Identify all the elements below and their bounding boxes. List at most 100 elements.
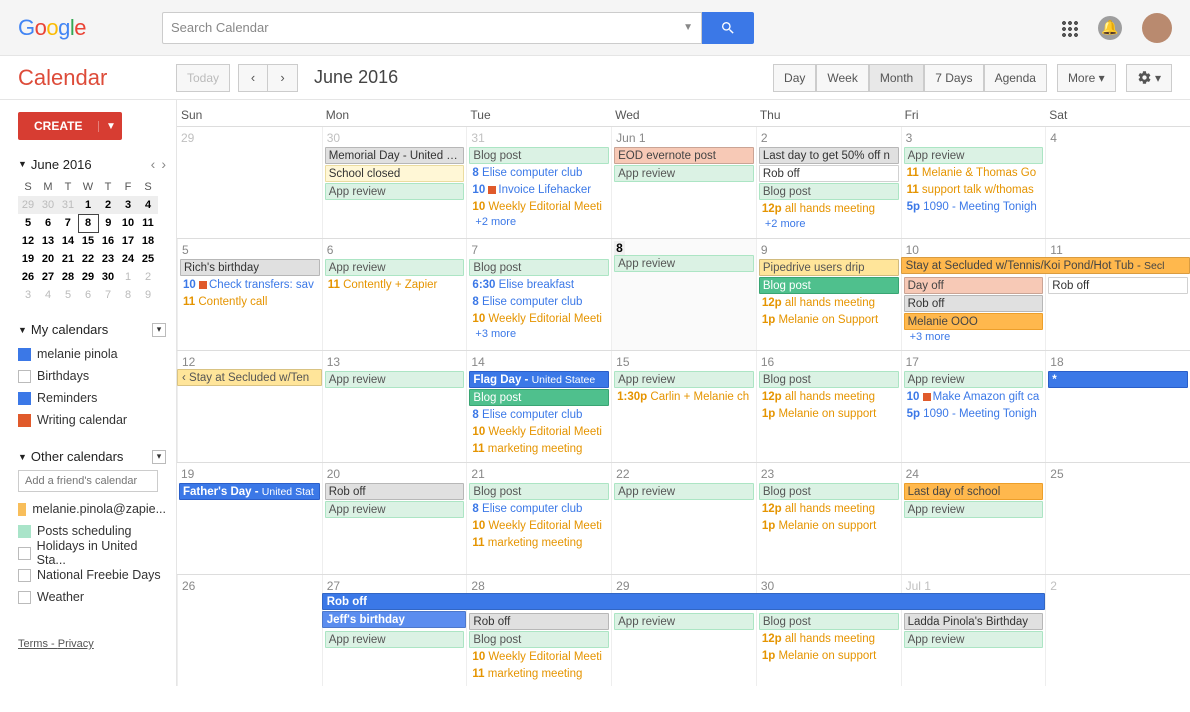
- event-block[interactable]: Blog post: [469, 631, 609, 648]
- calendar-item[interactable]: Writing calendar: [18, 409, 166, 431]
- event-timed[interactable]: 1p Melanie on Support: [759, 312, 899, 329]
- day-cell[interactable]: Jul 1Ladda Pinola's BirthdayApp review: [901, 575, 1046, 686]
- event-timed[interactable]: 1p Melanie on support: [759, 518, 899, 535]
- mini-day[interactable]: 4: [138, 196, 158, 214]
- event-block[interactable]: Day off: [904, 277, 1044, 294]
- view-agenda[interactable]: Agenda: [984, 64, 1047, 92]
- day-cell[interactable]: 18*: [1045, 351, 1190, 462]
- event-timed[interactable]: 8 Elise computer club: [469, 501, 609, 518]
- event-timed[interactable]: 5p 1090 - Meeting Tonigh: [904, 406, 1044, 423]
- event-timed[interactable]: 12p all hands meeting: [759, 631, 899, 648]
- day-cell[interactable]: 5Rich's birthday10 Check transfers: sav1…: [177, 239, 322, 350]
- more-button[interactable]: More ▾: [1057, 64, 1116, 92]
- event-block[interactable]: App review: [614, 483, 754, 500]
- mini-day[interactable]: 16: [98, 232, 118, 250]
- mini-day[interactable]: 9: [138, 286, 158, 304]
- event-block[interactable]: School closed: [325, 165, 465, 182]
- event-span[interactable]: Jeff's birthday: [322, 611, 467, 628]
- event-block[interactable]: Rob off: [325, 483, 465, 500]
- event-span[interactable]: ‹ Stay at Secluded w/Ten: [177, 369, 322, 386]
- event-timed[interactable]: 11 marketing meeting: [469, 441, 609, 458]
- more-events-link[interactable]: +3 more: [904, 331, 1044, 343]
- event-block[interactable]: Blog post: [759, 183, 899, 200]
- mini-prev[interactable]: ‹: [151, 156, 156, 172]
- mini-day[interactable]: 17: [118, 232, 138, 250]
- day-cell[interactable]: Jun 1EOD evernote postApp review: [611, 127, 756, 238]
- day-cell[interactable]: 16Blog post12p all hands meeting1p Melan…: [756, 351, 901, 462]
- event-timed[interactable]: 1:30p Carlin + Melanie ch: [614, 389, 754, 406]
- event-block[interactable]: App review: [614, 255, 754, 272]
- event-timed[interactable]: 11 Contently call: [180, 294, 320, 311]
- mini-day[interactable]: 14: [58, 232, 78, 250]
- event-block[interactable]: App review: [614, 165, 754, 182]
- event-block[interactable]: Melanie OOO: [904, 313, 1044, 330]
- day-cell[interactable]: 23Blog post12p all hands meeting1p Melan…: [756, 463, 901, 574]
- event-timed[interactable]: 10 Make Amazon gift ca: [904, 389, 1044, 406]
- mini-day[interactable]: 9: [98, 214, 118, 232]
- day-cell[interactable]: 2: [1045, 575, 1190, 686]
- mini-day[interactable]: 8: [78, 214, 98, 232]
- event-timed[interactable]: 12p all hands meeting: [759, 201, 899, 218]
- view-week[interactable]: Week: [816, 64, 868, 92]
- mini-day[interactable]: 3: [18, 286, 38, 304]
- event-timed[interactable]: 10 Weekly Editorial Meeti: [469, 649, 609, 666]
- event-block[interactable]: Blog post: [759, 483, 899, 500]
- event-timed[interactable]: 6:30 Elise breakfast: [469, 277, 609, 294]
- create-button[interactable]: CREATE ▼: [18, 112, 122, 140]
- day-cell[interactable]: 19Father's Day - United Stat: [177, 463, 322, 574]
- event-block[interactable]: Blog post: [469, 389, 609, 406]
- event-block[interactable]: Flag Day - United Statee: [469, 371, 609, 388]
- event-timed[interactable]: 12p all hands meeting: [759, 295, 899, 312]
- mini-day[interactable]: 31: [58, 196, 78, 214]
- event-block[interactable]: Rob off: [759, 165, 899, 182]
- day-cell[interactable]: 4: [1045, 127, 1190, 238]
- event-block[interactable]: *: [1048, 371, 1188, 388]
- event-timed[interactable]: 10 Check transfers: sav: [180, 277, 320, 294]
- day-cell[interactable]: 22App review: [611, 463, 756, 574]
- event-timed[interactable]: 11 support talk w/thomas: [904, 182, 1044, 199]
- day-cell[interactable]: 10Day offRob offMelanie OOO+3 more: [901, 239, 1046, 350]
- event-block[interactable]: Blog post: [469, 259, 609, 276]
- day-cell[interactable]: 27App review: [322, 575, 467, 686]
- mini-day[interactable]: 22: [78, 250, 98, 268]
- day-cell[interactable]: 29: [177, 127, 322, 238]
- event-block[interactable]: Blog post: [759, 277, 899, 294]
- event-timed[interactable]: 11 Melanie & Thomas Go: [904, 165, 1044, 182]
- mini-day[interactable]: 24: [118, 250, 138, 268]
- day-cell[interactable]: 28Rob offBlog post10 Weekly Editorial Me…: [466, 575, 611, 686]
- event-block[interactable]: App review: [325, 631, 465, 648]
- calendar-item[interactable]: Weather: [18, 586, 166, 608]
- event-block[interactable]: Ladda Pinola's Birthday: [904, 613, 1044, 630]
- event-timed[interactable]: 8 Elise computer club: [469, 165, 609, 182]
- calendar-item[interactable]: National Freebie Days: [18, 564, 166, 586]
- mini-day[interactable]: 23: [98, 250, 118, 268]
- calendar-item[interactable]: melanie pinola: [18, 343, 166, 365]
- google-logo[interactable]: Google: [18, 15, 86, 41]
- mini-day[interactable]: 19: [18, 250, 38, 268]
- next-button[interactable]: ›: [268, 64, 298, 92]
- mini-day[interactable]: 29: [18, 196, 38, 214]
- event-block[interactable]: App review: [325, 371, 465, 388]
- event-timed[interactable]: 10 Weekly Editorial Meeti: [469, 424, 609, 441]
- prev-button[interactable]: ‹: [238, 64, 268, 92]
- calendar-item[interactable]: Birthdays: [18, 365, 166, 387]
- mini-day[interactable]: 27: [38, 268, 58, 286]
- event-timed[interactable]: 12p all hands meeting: [759, 501, 899, 518]
- event-span[interactable]: Stay at Secluded w/Tennis/Koi Pond/Hot T…: [901, 257, 1190, 274]
- mini-day[interactable]: 8: [118, 286, 138, 304]
- event-block[interactable]: App review: [614, 371, 754, 388]
- event-timed[interactable]: 10 Invoice Lifehacker: [469, 182, 609, 199]
- view-day[interactable]: Day: [773, 64, 816, 92]
- view-month[interactable]: Month: [869, 64, 924, 92]
- event-block[interactable]: App review: [904, 371, 1044, 388]
- search-options-caret[interactable]: ▼: [683, 22, 693, 33]
- search-button[interactable]: [702, 12, 754, 44]
- terms-link[interactable]: Terms: [18, 638, 48, 650]
- event-timed[interactable]: 11 Contently + Zapier: [325, 277, 465, 294]
- event-timed[interactable]: 5p 1090 - Meeting Tonigh: [904, 199, 1044, 216]
- day-cell[interactable]: 21Blog post8 Elise computer club10 Weekl…: [466, 463, 611, 574]
- mini-day[interactable]: 20: [38, 250, 58, 268]
- event-block[interactable]: Father's Day - United Stat: [179, 483, 320, 500]
- event-span[interactable]: Rob off: [322, 593, 1046, 610]
- event-block[interactable]: App review: [904, 501, 1044, 518]
